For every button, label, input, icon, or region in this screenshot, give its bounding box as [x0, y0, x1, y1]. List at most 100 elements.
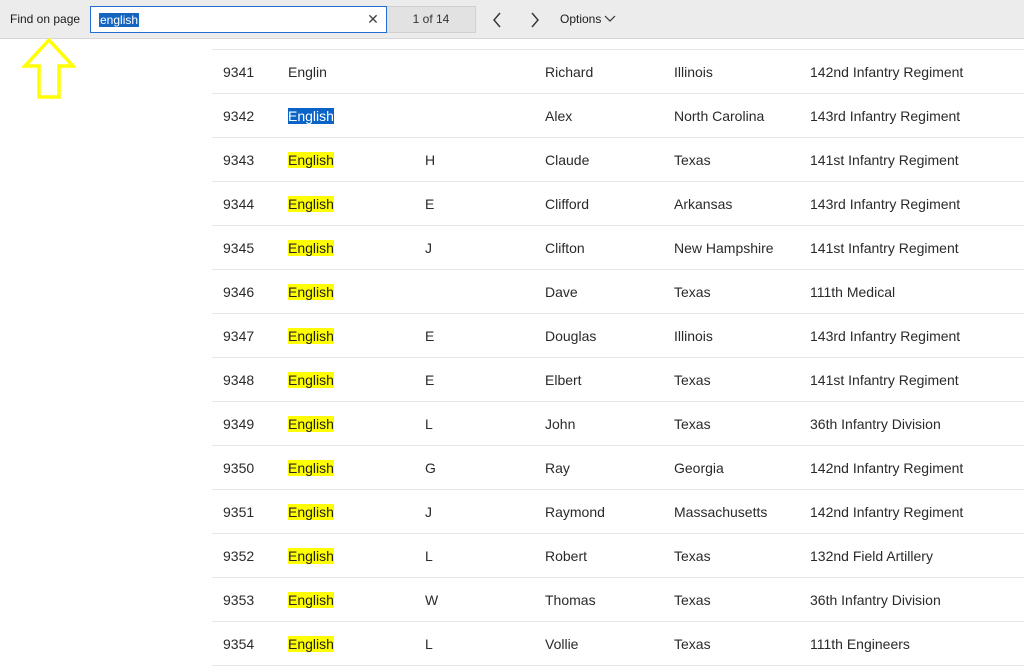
options-label: Options	[560, 12, 602, 26]
cell-last-name: English	[288, 548, 334, 564]
table-row: 9351 English J Raymond Massachusetts 142nd In…	[212, 490, 1024, 534]
cell-state: Texas	[674, 592, 711, 608]
table-row: 9353 English W Thomas Texas 36th Infantry Div…	[212, 578, 1024, 622]
cell-unit: 143rd Infantry Regiment	[810, 196, 961, 212]
cell-id: 9350	[223, 460, 255, 476]
cell-last-name: English	[288, 636, 334, 652]
cell-unit: 143rd Infantry Regiment	[810, 108, 961, 124]
cell-id: 9342	[223, 108, 255, 124]
cell-first-name: Raymond	[545, 504, 605, 520]
table-row: 9349 English L John Texas 36th Infantry Divis…	[212, 402, 1024, 446]
cell-state: North Carolina	[674, 108, 765, 124]
table-row: 9350 English G Ray Georgia 142nd Infantry Reg…	[212, 446, 1024, 490]
cell-state: Massachusetts	[674, 504, 768, 520]
table-row: 9347 English E Douglas Illinois 143rd Infantr…	[212, 314, 1024, 358]
cell-state: Texas	[674, 548, 711, 564]
table-row: 9343 English H Claude Texas 141st Infantry Re…	[212, 138, 1024, 182]
cell-middle-initial: H	[425, 152, 436, 168]
cell-state: Texas	[674, 372, 711, 388]
cell-id: 9341	[223, 64, 255, 80]
cell-first-name: Richard	[545, 64, 594, 80]
cell-state: Texas	[674, 152, 711, 168]
cell-first-name: Dave	[545, 284, 578, 300]
cell-unit: 141st Infantry Regiment	[810, 152, 959, 168]
cell-first-name: Elbert	[545, 372, 582, 388]
cell-unit: 36th Infantry Division	[810, 416, 941, 432]
cell-state: Texas	[674, 284, 711, 300]
cell-id: 9351	[223, 504, 255, 520]
results-table: 9341 Englin Richard Illinois 142nd Infantry …	[212, 49, 1024, 666]
cell-id: 9352	[223, 548, 255, 564]
cell-middle-initial: L	[425, 548, 433, 564]
next-match-button[interactable]	[522, 8, 546, 32]
match-count: 1 of 14	[387, 6, 476, 33]
cell-first-name: Ray	[545, 460, 570, 476]
cell-last-name: English	[288, 284, 334, 300]
table-row: 9345 English J Clifton New Hampshire 141st In…	[212, 226, 1024, 270]
find-search-input[interactable]: english ✕	[90, 6, 387, 33]
cell-id: 9354	[223, 636, 255, 652]
cell-state: Texas	[674, 416, 711, 432]
table-row: 9352 English L Robert Texas 132nd Field Artil…	[212, 534, 1024, 578]
cell-id: 9345	[223, 240, 255, 256]
cell-id: 9353	[223, 592, 255, 608]
cell-first-name: Clifton	[545, 240, 585, 256]
previous-match-button[interactable]	[486, 8, 510, 32]
cell-unit: 142nd Infantry Regiment	[810, 504, 964, 520]
cell-unit: 143rd Infantry Regiment	[810, 328, 961, 344]
cell-first-name: Robert	[545, 548, 588, 564]
find-on-page-bar: Find on page english ✕ 1 of 14 Options	[0, 0, 1024, 39]
find-query-text[interactable]: english	[99, 13, 140, 27]
chevron-left-icon	[493, 12, 501, 28]
cell-state: Georgia	[674, 460, 724, 476]
options-button[interactable]: Options	[560, 12, 616, 26]
cell-first-name: Claude	[545, 152, 590, 168]
table-row: 9342 English Alex North Carolina 143rd Infan…	[212, 94, 1024, 138]
cell-first-name: John	[545, 416, 576, 432]
cell-id: 9348	[223, 372, 255, 388]
cell-id: 9346	[223, 284, 255, 300]
cell-state: Texas	[674, 636, 711, 652]
table-row: 9344 English E Clifford Arkansas 143rd Infant…	[212, 182, 1024, 226]
cell-state: Illinois	[674, 328, 713, 344]
cell-unit: 36th Infantry Division	[810, 592, 941, 608]
cell-last-name: English	[288, 328, 334, 344]
find-label: Find on page	[10, 12, 81, 26]
cell-unit: 142nd Infantry Regiment	[810, 64, 964, 80]
cell-unit: 141st Infantry Regiment	[810, 240, 959, 256]
cell-middle-initial: E	[425, 372, 435, 388]
cell-last-name: English	[288, 460, 334, 476]
cell-last-name: English	[288, 108, 334, 124]
cell-unit: 111th Engineers	[810, 636, 910, 652]
cell-unit: 141st Infantry Regiment	[810, 372, 959, 388]
cell-first-name: Douglas	[545, 328, 597, 344]
up-arrow-icon	[22, 38, 76, 99]
cell-middle-initial: W	[425, 592, 439, 608]
table-row: 9346 English Dave Texas 111th Medical	[212, 270, 1024, 314]
cell-first-name: Alex	[545, 108, 573, 124]
cell-unit: 142nd Infantry Regiment	[810, 460, 964, 476]
cell-middle-initial: J	[425, 240, 432, 256]
chevron-right-icon	[531, 12, 539, 28]
cell-last-name: English	[288, 592, 334, 608]
cell-state: Arkansas	[674, 196, 733, 212]
close-icon[interactable]: ✕	[366, 12, 380, 26]
cell-unit: 132nd Field Artillery	[810, 548, 933, 564]
cell-middle-initial: L	[425, 636, 433, 652]
table-row: 9348 English E Elbert Texas 141st Infantry Re…	[212, 358, 1024, 402]
cell-last-name: English	[288, 416, 334, 432]
cell-first-name: Thomas	[545, 592, 596, 608]
cell-id: 9349	[223, 416, 255, 432]
cell-state: Illinois	[674, 64, 713, 80]
cell-middle-initial: E	[425, 328, 435, 344]
cell-first-name: Vollie	[545, 636, 579, 652]
chevron-down-icon	[604, 15, 616, 22]
cell-last-name: Englin	[288, 64, 327, 80]
cell-id: 9343	[223, 152, 255, 168]
cell-middle-initial: L	[425, 416, 433, 432]
cell-middle-initial: E	[425, 196, 435, 212]
cell-middle-initial: J	[425, 504, 432, 520]
cell-middle-initial: G	[425, 460, 436, 476]
cell-id: 9344	[223, 196, 255, 212]
cell-last-name: English	[288, 196, 334, 212]
